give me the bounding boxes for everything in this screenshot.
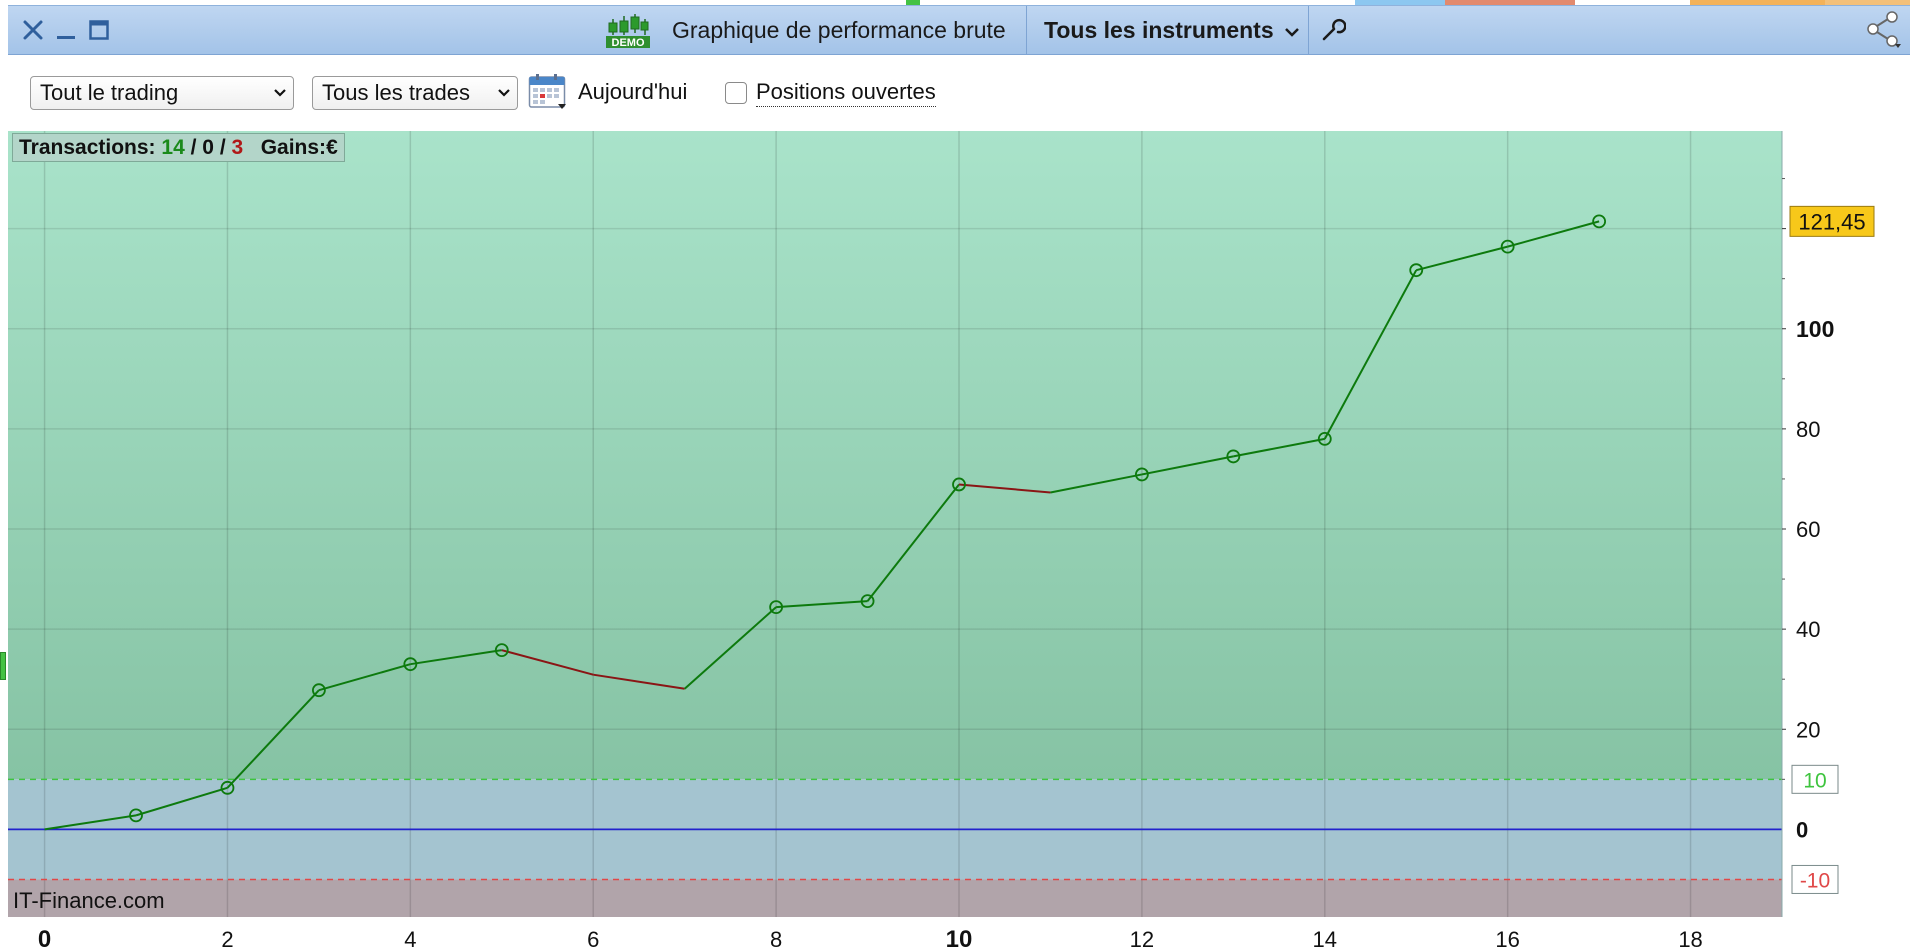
upper-threshold-label: 10: [1803, 769, 1826, 792]
y-tick-label: 40: [1796, 617, 1820, 642]
x-tick-label: 16: [1495, 927, 1519, 952]
x-tick-label: 2: [221, 927, 233, 952]
x-tick-label: 0: [38, 926, 51, 952]
y-tick-label: 80: [1796, 417, 1820, 442]
left-marker: [0, 652, 6, 680]
y-tick-label: 20: [1796, 717, 1820, 742]
y-tick-label: 60: [1796, 517, 1820, 542]
x-tick-label: 12: [1130, 927, 1154, 952]
lower-threshold-label: -10: [1800, 869, 1830, 892]
last-value-label: 121,45: [1798, 209, 1865, 234]
x-tick-label: 18: [1678, 927, 1702, 952]
zero-label: 0: [1796, 817, 1808, 842]
x-tick-label: 8: [770, 927, 782, 952]
x-tick-label: 4: [404, 927, 416, 952]
loss-zone: [8, 879, 1782, 917]
performance-chart-svg: 20406080100120010-10121,4502468101214161…: [8, 131, 1875, 952]
x-tick-label: 10: [946, 926, 973, 952]
x-tick-label: 6: [587, 927, 599, 952]
performance-chart: 20406080100120010-10121,4502468101214161…: [0, 0, 1910, 952]
x-tick-label: 14: [1313, 927, 1337, 952]
y-tick-label: 100: [1796, 316, 1834, 342]
